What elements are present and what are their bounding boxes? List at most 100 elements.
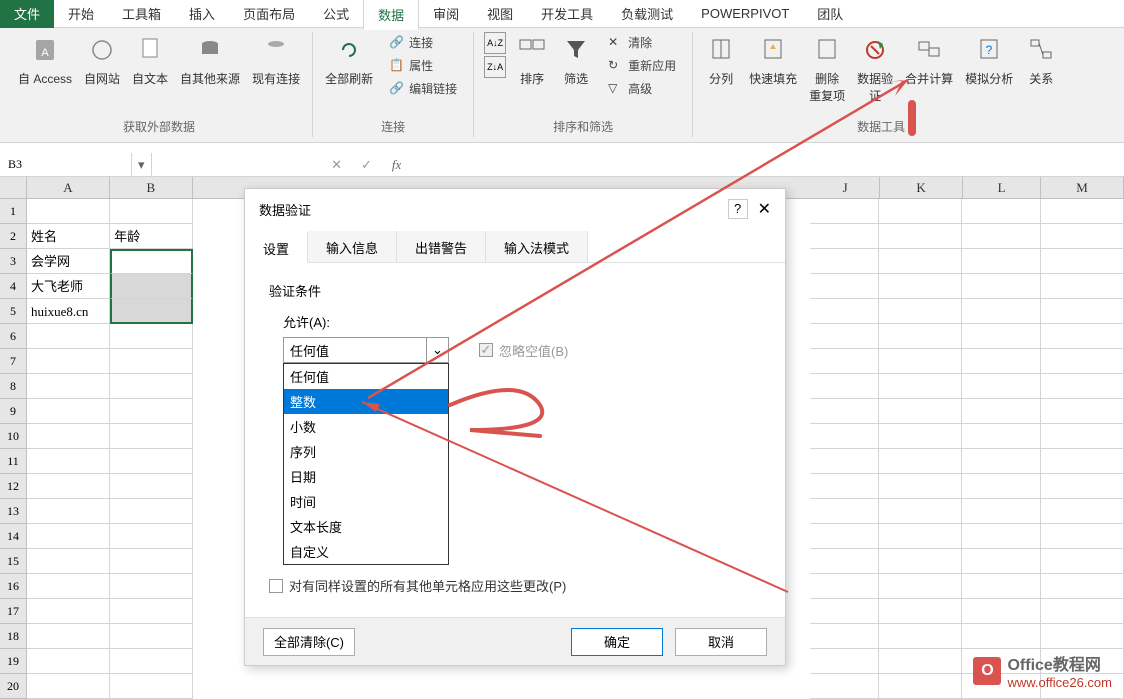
col-header-j[interactable]: J: [811, 177, 880, 198]
cell[interactable]: [110, 499, 193, 524]
filter-button[interactable]: 筛选: [554, 32, 598, 89]
cell[interactable]: [810, 524, 879, 549]
name-box[interactable]: B3: [0, 153, 132, 176]
connections-button[interactable]: 🔗连接: [383, 32, 463, 53]
cell[interactable]: [810, 424, 879, 449]
cell[interactable]: [27, 199, 110, 224]
dropdown-item-decimal[interactable]: 小数: [284, 414, 448, 439]
cell[interactable]: [110, 624, 193, 649]
cell[interactable]: [1041, 249, 1124, 274]
refresh-all-button[interactable]: 全部刷新: [319, 32, 379, 89]
sort-az-button[interactable]: A↓Z: [484, 32, 506, 54]
cell[interactable]: [810, 549, 879, 574]
cell[interactable]: [879, 274, 962, 299]
tab-settings[interactable]: 设置: [245, 232, 308, 263]
row-header[interactable]: 3: [0, 249, 27, 274]
cell[interactable]: [879, 224, 962, 249]
consolidate-button[interactable]: 合并计算: [899, 32, 959, 89]
cell[interactable]: [962, 474, 1041, 499]
cell[interactable]: [27, 349, 110, 374]
cell[interactable]: [879, 524, 962, 549]
cell[interactable]: [1041, 324, 1124, 349]
cell[interactable]: [1041, 224, 1124, 249]
from-web-button[interactable]: 自网站: [78, 32, 126, 89]
close-button[interactable]: ✕: [758, 199, 771, 219]
cell[interactable]: [962, 424, 1041, 449]
row-header[interactable]: 18: [0, 624, 27, 649]
dialog-titlebar[interactable]: 数据验证 ? ✕: [245, 189, 785, 229]
sort-button[interactable]: 排序: [510, 32, 554, 89]
whatif-button[interactable]: ?模拟分析: [959, 32, 1019, 89]
tab-review[interactable]: 审阅: [419, 0, 473, 28]
cell[interactable]: huixue8.cn: [27, 299, 110, 324]
cell[interactable]: [962, 399, 1041, 424]
cell[interactable]: [110, 199, 193, 224]
cell[interactable]: [1041, 199, 1124, 224]
cell[interactable]: [810, 224, 879, 249]
dropdown-item-time[interactable]: 时间: [284, 489, 448, 514]
tab-view[interactable]: 视图: [473, 0, 527, 28]
from-access-button[interactable]: A自 Access: [12, 32, 78, 89]
cell[interactable]: [1041, 624, 1124, 649]
data-validation-button[interactable]: 数据验证: [851, 32, 899, 106]
row-header[interactable]: 2: [0, 224, 27, 249]
flash-fill-button[interactable]: 快速填充: [743, 32, 803, 89]
tab-powerpivot[interactable]: POWERPIVOT: [687, 1, 803, 26]
cell[interactable]: [879, 574, 962, 599]
row-header[interactable]: 13: [0, 499, 27, 524]
cell[interactable]: [27, 424, 110, 449]
col-header-a[interactable]: A: [27, 177, 110, 198]
row-header[interactable]: 4: [0, 274, 27, 299]
allow-combobox[interactable]: 任何值 ⌄: [283, 337, 449, 363]
row-header[interactable]: 15: [0, 549, 27, 574]
row-header[interactable]: 1: [0, 199, 27, 224]
cell[interactable]: [962, 499, 1041, 524]
cell[interactable]: [810, 349, 879, 374]
row-header[interactable]: 7: [0, 349, 27, 374]
cell[interactable]: [110, 549, 193, 574]
tab-data[interactable]: 数据: [363, 0, 419, 30]
cell[interactable]: [962, 624, 1041, 649]
apply-others-checkbox[interactable]: 对有同样设置的所有其他单元格应用这些更改(P): [269, 574, 566, 597]
cell[interactable]: [27, 449, 110, 474]
cell[interactable]: [879, 674, 962, 699]
cell[interactable]: [1041, 474, 1124, 499]
cell[interactable]: [810, 599, 879, 624]
cell[interactable]: [110, 524, 193, 549]
cell[interactable]: [27, 649, 110, 674]
cell[interactable]: 大飞老师: [27, 274, 110, 299]
cell[interactable]: [810, 374, 879, 399]
cell[interactable]: [810, 474, 879, 499]
dropdown-item-list[interactable]: 序列: [284, 439, 448, 464]
cell[interactable]: [1041, 449, 1124, 474]
cell[interactable]: [27, 399, 110, 424]
cell[interactable]: [879, 599, 962, 624]
reapply-button[interactable]: ↻重新应用: [602, 55, 682, 76]
cell[interactable]: [810, 399, 879, 424]
from-text-button[interactable]: 自文本: [126, 32, 174, 89]
row-header[interactable]: 8: [0, 374, 27, 399]
cell[interactable]: 会学网: [27, 249, 110, 274]
col-header-m[interactable]: M: [1041, 177, 1124, 198]
cell[interactable]: [27, 574, 110, 599]
cell[interactable]: [110, 599, 193, 624]
cell[interactable]: [27, 624, 110, 649]
tab-ime-mode[interactable]: 输入法模式: [486, 231, 588, 262]
cell[interactable]: [810, 624, 879, 649]
cell[interactable]: [962, 224, 1041, 249]
cell[interactable]: [879, 374, 962, 399]
cell[interactable]: [110, 324, 193, 349]
cell[interactable]: [879, 249, 962, 274]
clear-all-button[interactable]: 全部清除(C): [263, 628, 355, 656]
row-header[interactable]: 9: [0, 399, 27, 424]
insert-function-button[interactable]: fx: [382, 157, 412, 173]
sort-za-button[interactable]: Z↓A: [484, 56, 506, 78]
help-button[interactable]: ?: [728, 199, 748, 219]
cell[interactable]: [879, 474, 962, 499]
cell[interactable]: [110, 424, 193, 449]
text-to-columns-button[interactable]: 分列: [699, 32, 743, 89]
cell[interactable]: [879, 449, 962, 474]
cell[interactable]: [810, 649, 879, 674]
relations-button[interactable]: 关系: [1019, 32, 1063, 89]
cell[interactable]: [110, 399, 193, 424]
